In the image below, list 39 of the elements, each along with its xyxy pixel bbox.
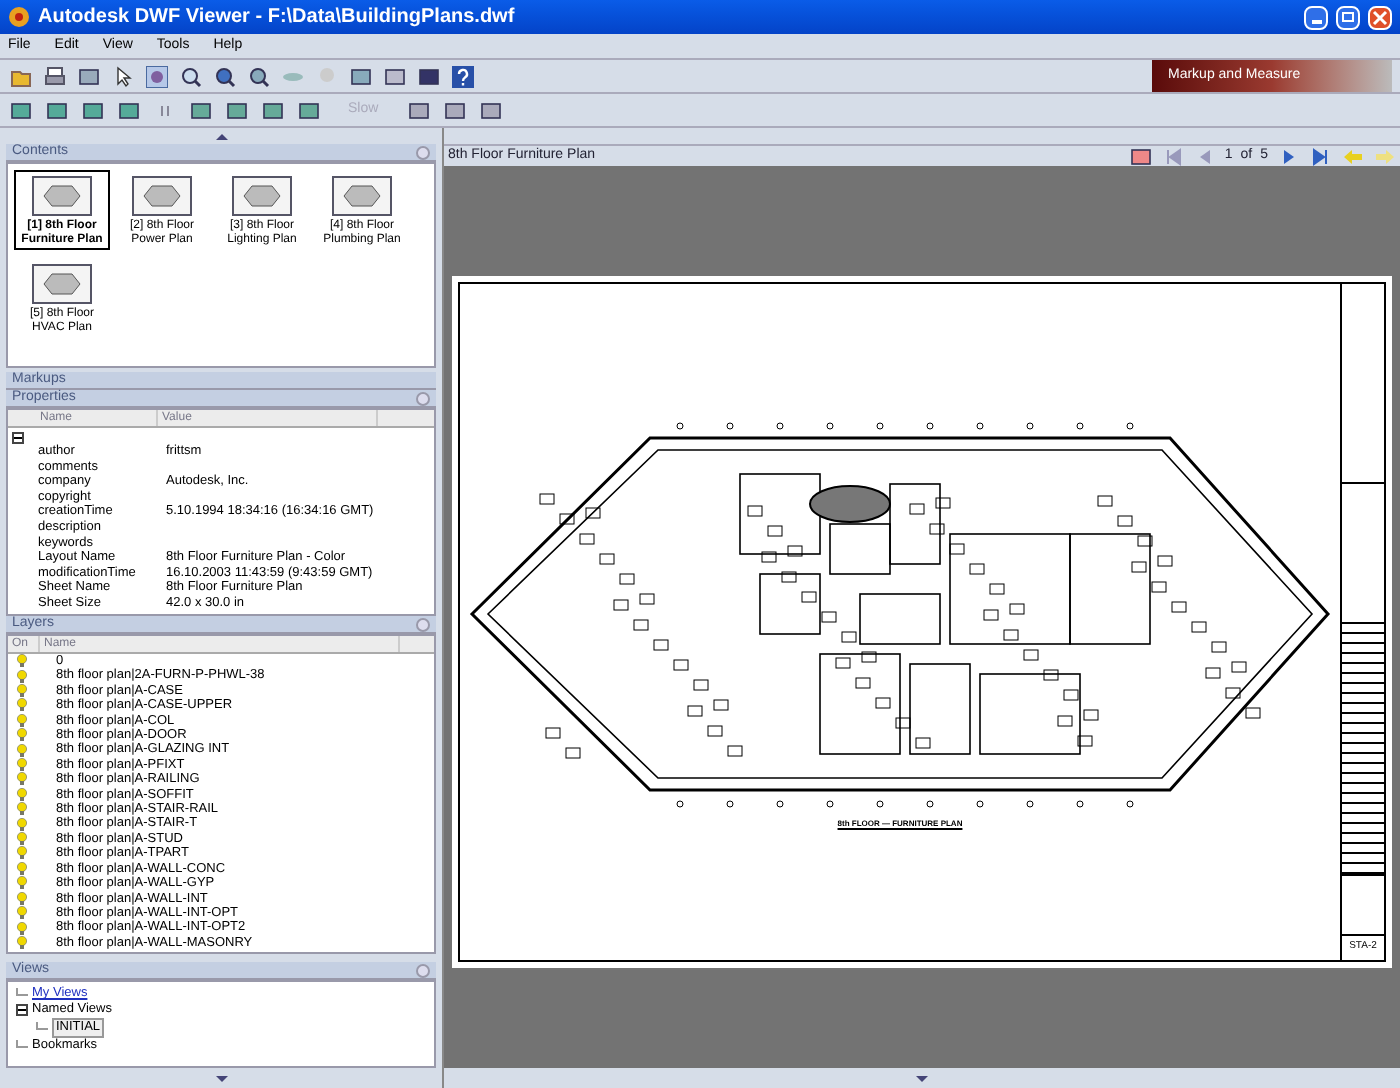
last-page-icon[interactable] xyxy=(1308,144,1332,168)
bulb-on-icon[interactable] xyxy=(16,846,28,861)
expand-toggle-icon[interactable] xyxy=(12,432,24,444)
window-title: Autodesk DWF Viewer - F:\Data\BuildingPlans.dwf xyxy=(38,4,517,32)
forward-arrow-icon[interactable] xyxy=(1372,144,1396,168)
bulb-on-icon[interactable] xyxy=(16,935,28,950)
bulb-on-icon[interactable] xyxy=(16,772,28,787)
expand-arrow-icon[interactable] xyxy=(916,1075,928,1081)
bulb-on-icon[interactable] xyxy=(16,669,28,684)
expand-toggle-icon[interactable] xyxy=(16,1004,28,1016)
close-button[interactable] xyxy=(1368,5,1392,29)
bulb-on-icon[interactable] xyxy=(16,787,28,802)
bulb-on-icon[interactable] xyxy=(16,743,28,758)
stop-icon[interactable] xyxy=(1128,144,1153,168)
collapse-arrow-icon[interactable] xyxy=(215,133,227,139)
bulb-on-icon[interactable] xyxy=(16,728,28,743)
app-logo-icon xyxy=(8,6,30,28)
bulb-on-icon[interactable] xyxy=(16,906,28,921)
help-icon[interactable] xyxy=(450,64,474,88)
fit-window-icon[interactable] xyxy=(246,64,270,88)
bulb-on-icon[interactable] xyxy=(16,654,28,669)
back-arrow-icon[interactable] xyxy=(1340,144,1364,168)
bulb-on-icon[interactable] xyxy=(16,832,28,847)
zoom-icon[interactable] xyxy=(212,64,236,88)
bulb-on-icon[interactable] xyxy=(16,817,28,832)
bulb-on-icon[interactable] xyxy=(16,861,28,876)
bulb-on-icon[interactable] xyxy=(16,698,28,713)
bulb-on-icon[interactable] xyxy=(16,713,28,728)
minimize-button[interactable] xyxy=(1304,5,1328,29)
pan-hand-icon[interactable] xyxy=(144,64,168,88)
bulb-on-icon[interactable] xyxy=(16,876,28,891)
bulb-on-icon[interactable] xyxy=(16,684,28,699)
expand-arrow-icon[interactable] xyxy=(215,1075,227,1081)
bulb-on-icon[interactable] xyxy=(16,758,28,773)
bulb-on-icon[interactable] xyxy=(16,802,28,817)
bulb-on-icon[interactable] xyxy=(16,921,28,936)
restore-button[interactable] xyxy=(1336,5,1360,29)
print-icon[interactable] xyxy=(42,64,66,88)
bulb-on-icon[interactable] xyxy=(16,891,28,906)
